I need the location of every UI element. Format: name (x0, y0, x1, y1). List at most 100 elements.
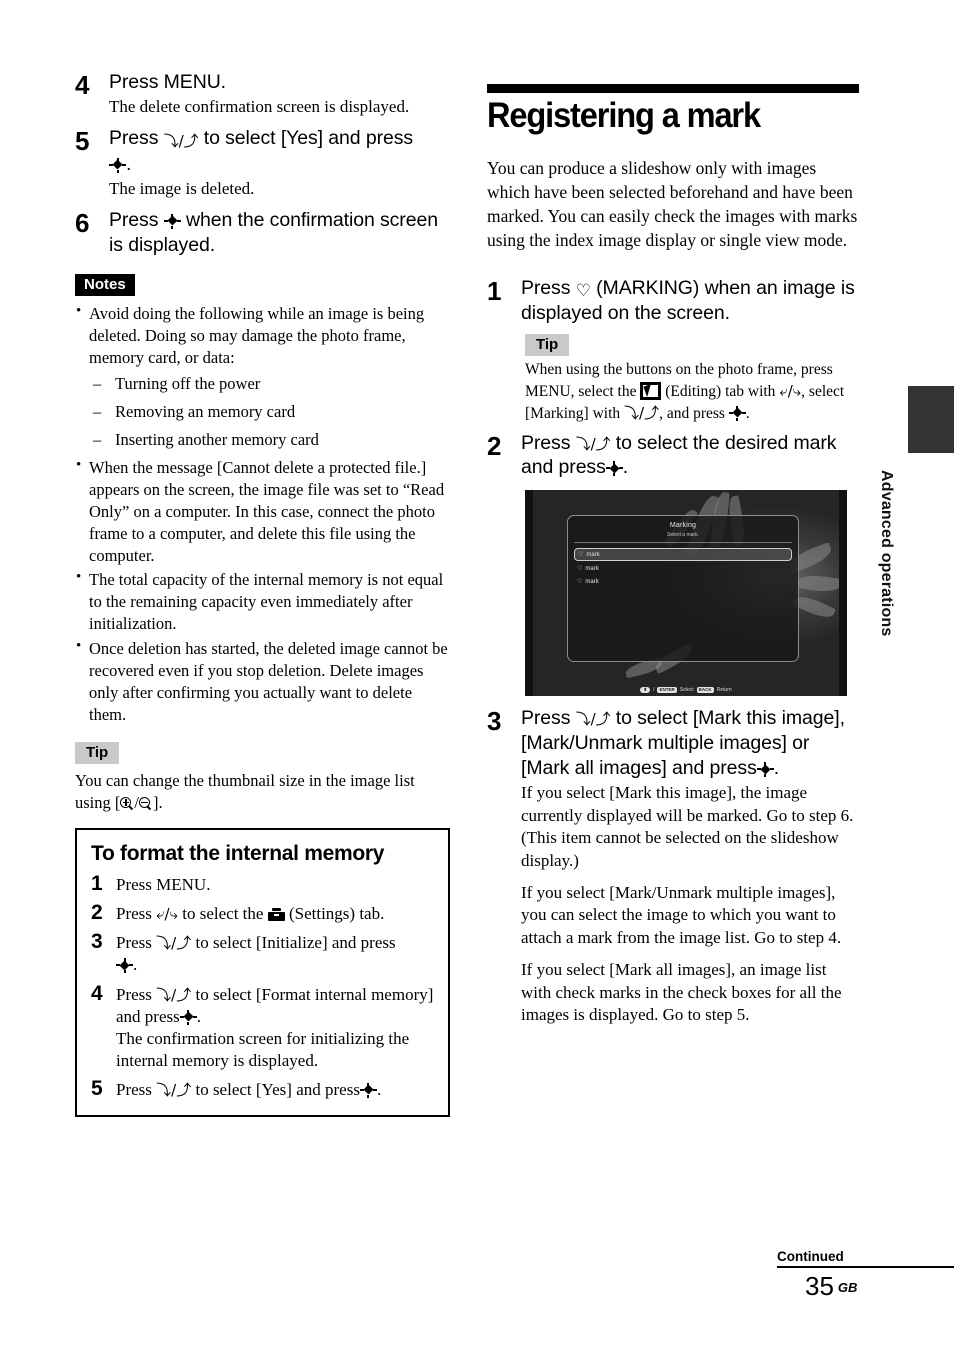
tip-text: You can change the thumbnail size in the… (75, 770, 450, 814)
step-heading: Press when the confirmation screen is di… (109, 208, 450, 258)
step-content: Press ⤵/⤴ to select [Yes] and press . Th… (109, 126, 450, 200)
step-heading-text: when the confirmation screen is displaye… (109, 208, 438, 256)
step-text-part: to select the (182, 904, 264, 924)
tip-text-part: , and press (659, 404, 725, 422)
down-up-arrow-icon: ⤵/⤴ (156, 985, 192, 1004)
step-number: 5 (75, 126, 90, 157)
zoom-in-icon (120, 797, 134, 811)
tip-label: Tip (525, 333, 570, 357)
step-heading-text: Press (521, 431, 571, 454)
marking-dialog: Marking Select a mark. ♡ mark ♡ mark ♡ m… (567, 515, 799, 663)
separator: / (653, 687, 655, 694)
note-subitem: Removing an memory card (89, 401, 450, 423)
left-column: 4 Press MENU. The delete confirmation sc… (75, 70, 450, 1117)
section-intro: You can produce a slideshow only with im… (487, 157, 858, 250)
step-heading: Press ⤵/⤴ to select [Mark this image], [… (521, 706, 859, 781)
step-heading-text: . (622, 456, 629, 479)
step-heading-text: Press (109, 127, 159, 150)
heading-rule (487, 84, 859, 93)
step-detail: If you select [Mark all images], an imag… (521, 960, 842, 1025)
down-up-arrow-icon: ⤵/⤴ (575, 710, 611, 729)
heart-marking-icon: ♡ (575, 281, 591, 301)
chapter-tab-marker (908, 386, 954, 453)
editing-tab-icon (640, 381, 662, 400)
enter-dpad-icon (605, 461, 623, 477)
enter-dpad-icon (728, 405, 746, 421)
note-item: Once deletion has started, the deleted i… (75, 637, 450, 726)
mark-list-item-selected[interactable]: ♡ mark (574, 548, 792, 562)
step-heading-text: Press (109, 208, 159, 231)
step-text-part: to select [Initialize] and press (195, 933, 396, 953)
enter-dpad-icon (756, 762, 774, 778)
dpad-key-icon: ⬍ (640, 686, 651, 694)
marking-screen-figure: Marking Select a mark. ♡ mark ♡ mark ♡ m… (525, 490, 847, 697)
box-step-5: 5 Press ⤵/⤴ to select [Yes] and press. (91, 1077, 434, 1101)
step-text: Press MENU. (116, 875, 211, 895)
step-text-part: . (196, 1006, 201, 1026)
right-column: Registering a mark You can produce a sli… (487, 84, 859, 1035)
page-number-value: 35 (805, 1271, 834, 1301)
page-footer: Continued 35 GB (777, 1249, 954, 1302)
step-number: 4 (75, 70, 90, 100)
screen-letterbox-right (839, 490, 847, 697)
step-heading-text: . (773, 757, 780, 780)
step-detail: The confirmation screen for initializing… (116, 1028, 410, 1070)
step-number: 5 (91, 1076, 103, 1100)
step-text-part: to select [Yes] and press (195, 1079, 360, 1099)
footer-rule (777, 1266, 954, 1268)
box-step-2: 2 Press ⤶/⤷ to select the (Settings) tab… (91, 901, 434, 925)
dialog-subtitle: Select a mark. (667, 532, 699, 539)
note-item: Avoid doing the following while an image… (75, 302, 450, 451)
note-subitem: Turning off the power (89, 373, 450, 395)
enter-dpad-icon (163, 213, 181, 229)
step-detail: If you select [Mark this image], the ima… (521, 783, 854, 870)
step-heading-text: (MARKING) when an image is displayed on … (521, 277, 855, 325)
step-text-part: Press (116, 1079, 152, 1099)
tip-section: Tip You can change the thumbnail size in… (75, 742, 450, 814)
left-right-arrow-icon: ⤶/⤷ (779, 381, 802, 400)
box-step-1: 1 Press MENU. (91, 872, 434, 896)
mark-list-item[interactable]: ♡ mark (574, 563, 792, 574)
step-4: 4 Press MENU. The delete confirmation sc… (75, 70, 450, 118)
step-content: Press MENU. The delete confirmation scre… (109, 70, 450, 118)
step-number: 3 (91, 930, 103, 954)
notes-label: Notes (75, 273, 135, 297)
mark-list-item[interactable]: ♡ mark (574, 576, 792, 587)
zoom-out-icon (138, 797, 153, 811)
down-up-arrow-icon: ⤵/⤴ (163, 132, 199, 151)
down-up-arrow-icon: ⤵/⤴ (624, 403, 660, 422)
step-heading: Press ⤵/⤴ to select the desired mark and… (521, 431, 859, 481)
note-text: Avoid doing the following while an image… (89, 304, 425, 367)
step-text: Press ⤵/⤴ to select [Initialize] and pre… (116, 930, 434, 976)
step-detail: The image is deleted. (109, 178, 255, 198)
tip-label: Tip (75, 742, 120, 765)
step-heading: Press MENU. (109, 71, 226, 93)
box-step-4: 4 Press ⤵/⤴ to select [Format internal m… (91, 982, 434, 1072)
step-text: Press ⤵/⤴ to select [Format internal mem… (116, 982, 434, 1072)
dialog-divider (574, 542, 792, 544)
manual-page: 4 Press MENU. The delete confirmation sc… (0, 0, 954, 1352)
step-number: 4 (91, 981, 103, 1005)
dialog-title: Marking (669, 522, 697, 530)
tip-text-part: ]. (152, 793, 163, 813)
step-heading-text: Press (521, 277, 571, 300)
tip-text-part: (Editing) tab with (665, 382, 776, 400)
notes-list: Avoid doing the following while an image… (75, 302, 450, 726)
step-detail: If you select [Mark/Unmark multiple imag… (521, 883, 842, 947)
section-title: Registering a mark (487, 96, 761, 135)
step-text: Press ⤵/⤴ to select [Yes] and press. (116, 1077, 434, 1101)
step-heading: Press ♡ (MARKING) when an image is displ… (521, 276, 859, 326)
step-heading-text: . (126, 152, 132, 175)
step-text-part: Press (116, 904, 152, 924)
page-number: 35 GB (777, 1271, 954, 1302)
tip-text: When using the buttons on the photo fram… (525, 360, 859, 424)
step-text-part: . (133, 955, 138, 975)
chapter-tab-label: Advanced operations (878, 470, 895, 637)
step-content: Press ♡ (MARKING) when an image is displ… (521, 276, 859, 326)
step-heading-text: Press (521, 707, 571, 730)
step-5: 5 Press ⤵/⤴ to select [Yes] and press . … (75, 126, 450, 200)
enter-dpad-icon (116, 958, 133, 974)
continued-label: Continued (777, 1249, 844, 1264)
format-internal-memory-box: To format the internal memory 1 Press ME… (75, 828, 450, 1117)
back-key-icon: BACK (696, 686, 714, 694)
